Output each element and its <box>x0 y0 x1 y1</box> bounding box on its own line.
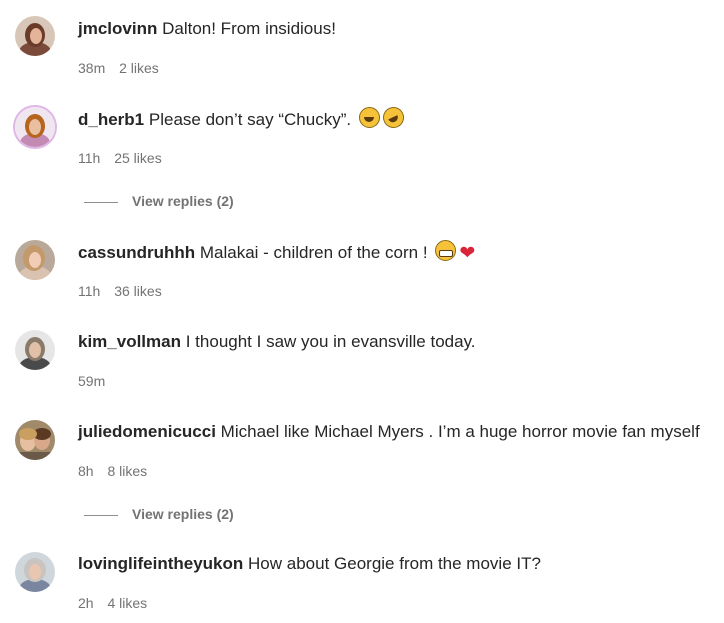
comment-username[interactable]: d_herb1 <box>78 110 144 129</box>
comment-time: 11h <box>78 150 101 166</box>
comment-text: Dalton! From insidious! <box>162 19 336 38</box>
comment-text: Michael like Michael Myers . I’m a huge … <box>220 422 700 441</box>
comment-time: 38m <box>78 60 106 76</box>
avatar[interactable] <box>15 552 55 592</box>
comment-username[interactable]: jmclovinn <box>78 19 157 38</box>
avatar[interactable] <box>15 107 55 147</box>
comment-meta: 11h 36 likes <box>78 282 172 300</box>
view-replies-button[interactable]: View replies (2) <box>84 192 234 210</box>
replies-divider-line <box>84 201 118 203</box>
avatar[interactable] <box>15 240 55 280</box>
comment-time: 2h <box>78 595 94 611</box>
replies-divider-line <box>84 514 118 516</box>
comment-meta: 8h 8 likes <box>78 462 157 480</box>
comment-likes[interactable]: 4 likes <box>107 595 147 611</box>
comment-body: juliedomenicucci Michael like Michael My… <box>78 420 700 444</box>
comment-text: How about Georgie from the movie IT? <box>248 554 541 573</box>
comment-username[interactable]: juliedomenicucci <box>78 422 216 441</box>
comment-text: Malakai - children of the corn ! <box>199 243 428 262</box>
avatar[interactable] <box>15 420 55 460</box>
comment-time: 11h <box>78 283 101 299</box>
comment-body: lovinglifeintheyukon How about Georgie f… <box>78 552 541 576</box>
comment-time: 59m <box>78 373 106 389</box>
avatar[interactable] <box>15 330 55 370</box>
comment-body: kim_vollman I thought I saw you in evans… <box>78 330 476 354</box>
grimacing-face-icon <box>435 240 457 261</box>
comment-time: 8h <box>78 463 94 479</box>
comment-likes[interactable]: 36 likes <box>114 283 161 299</box>
comment-username[interactable]: cassundruhhh <box>78 243 195 262</box>
comment-body: jmclovinn Dalton! From insidious! <box>78 17 336 41</box>
comment-text: I thought I saw you in evansville today. <box>185 332 476 351</box>
comment-likes[interactable]: 2 likes <box>119 60 159 76</box>
comment-meta: 38m 2 likes <box>78 59 169 77</box>
comment-text: Please don’t say “Chucky”. <box>148 110 352 129</box>
comment-username[interactable]: kim_vollman <box>78 332 181 351</box>
red-heart-icon: ❤ <box>459 243 476 264</box>
comment-body: cassundruhhh Malakai - children of the c… <box>78 240 475 266</box>
comment-list: jmclovinn Dalton! From insidious! 38m 2 … <box>0 0 724 623</box>
comment-meta: 11h 25 likes <box>78 149 172 167</box>
view-replies-button[interactable]: View replies (2) <box>84 505 234 523</box>
comment-likes[interactable]: 25 likes <box>114 150 161 166</box>
comment-meta: 2h 4 likes <box>78 594 157 612</box>
avatar[interactable] <box>15 16 55 56</box>
comment-username[interactable]: lovinglifeintheyukon <box>78 554 243 573</box>
comment-meta: 59m <box>78 372 115 390</box>
view-replies-label: View replies (2) <box>132 506 234 522</box>
comment-body: d_herb1 Please don’t say “Chucky”. <box>78 103 408 132</box>
view-replies-label: View replies (2) <box>132 193 234 209</box>
rolling-on-floor-laughing-icon <box>379 103 408 132</box>
comment-likes[interactable]: 8 likes <box>107 463 147 479</box>
grinning-squinting-face-icon <box>358 107 380 128</box>
